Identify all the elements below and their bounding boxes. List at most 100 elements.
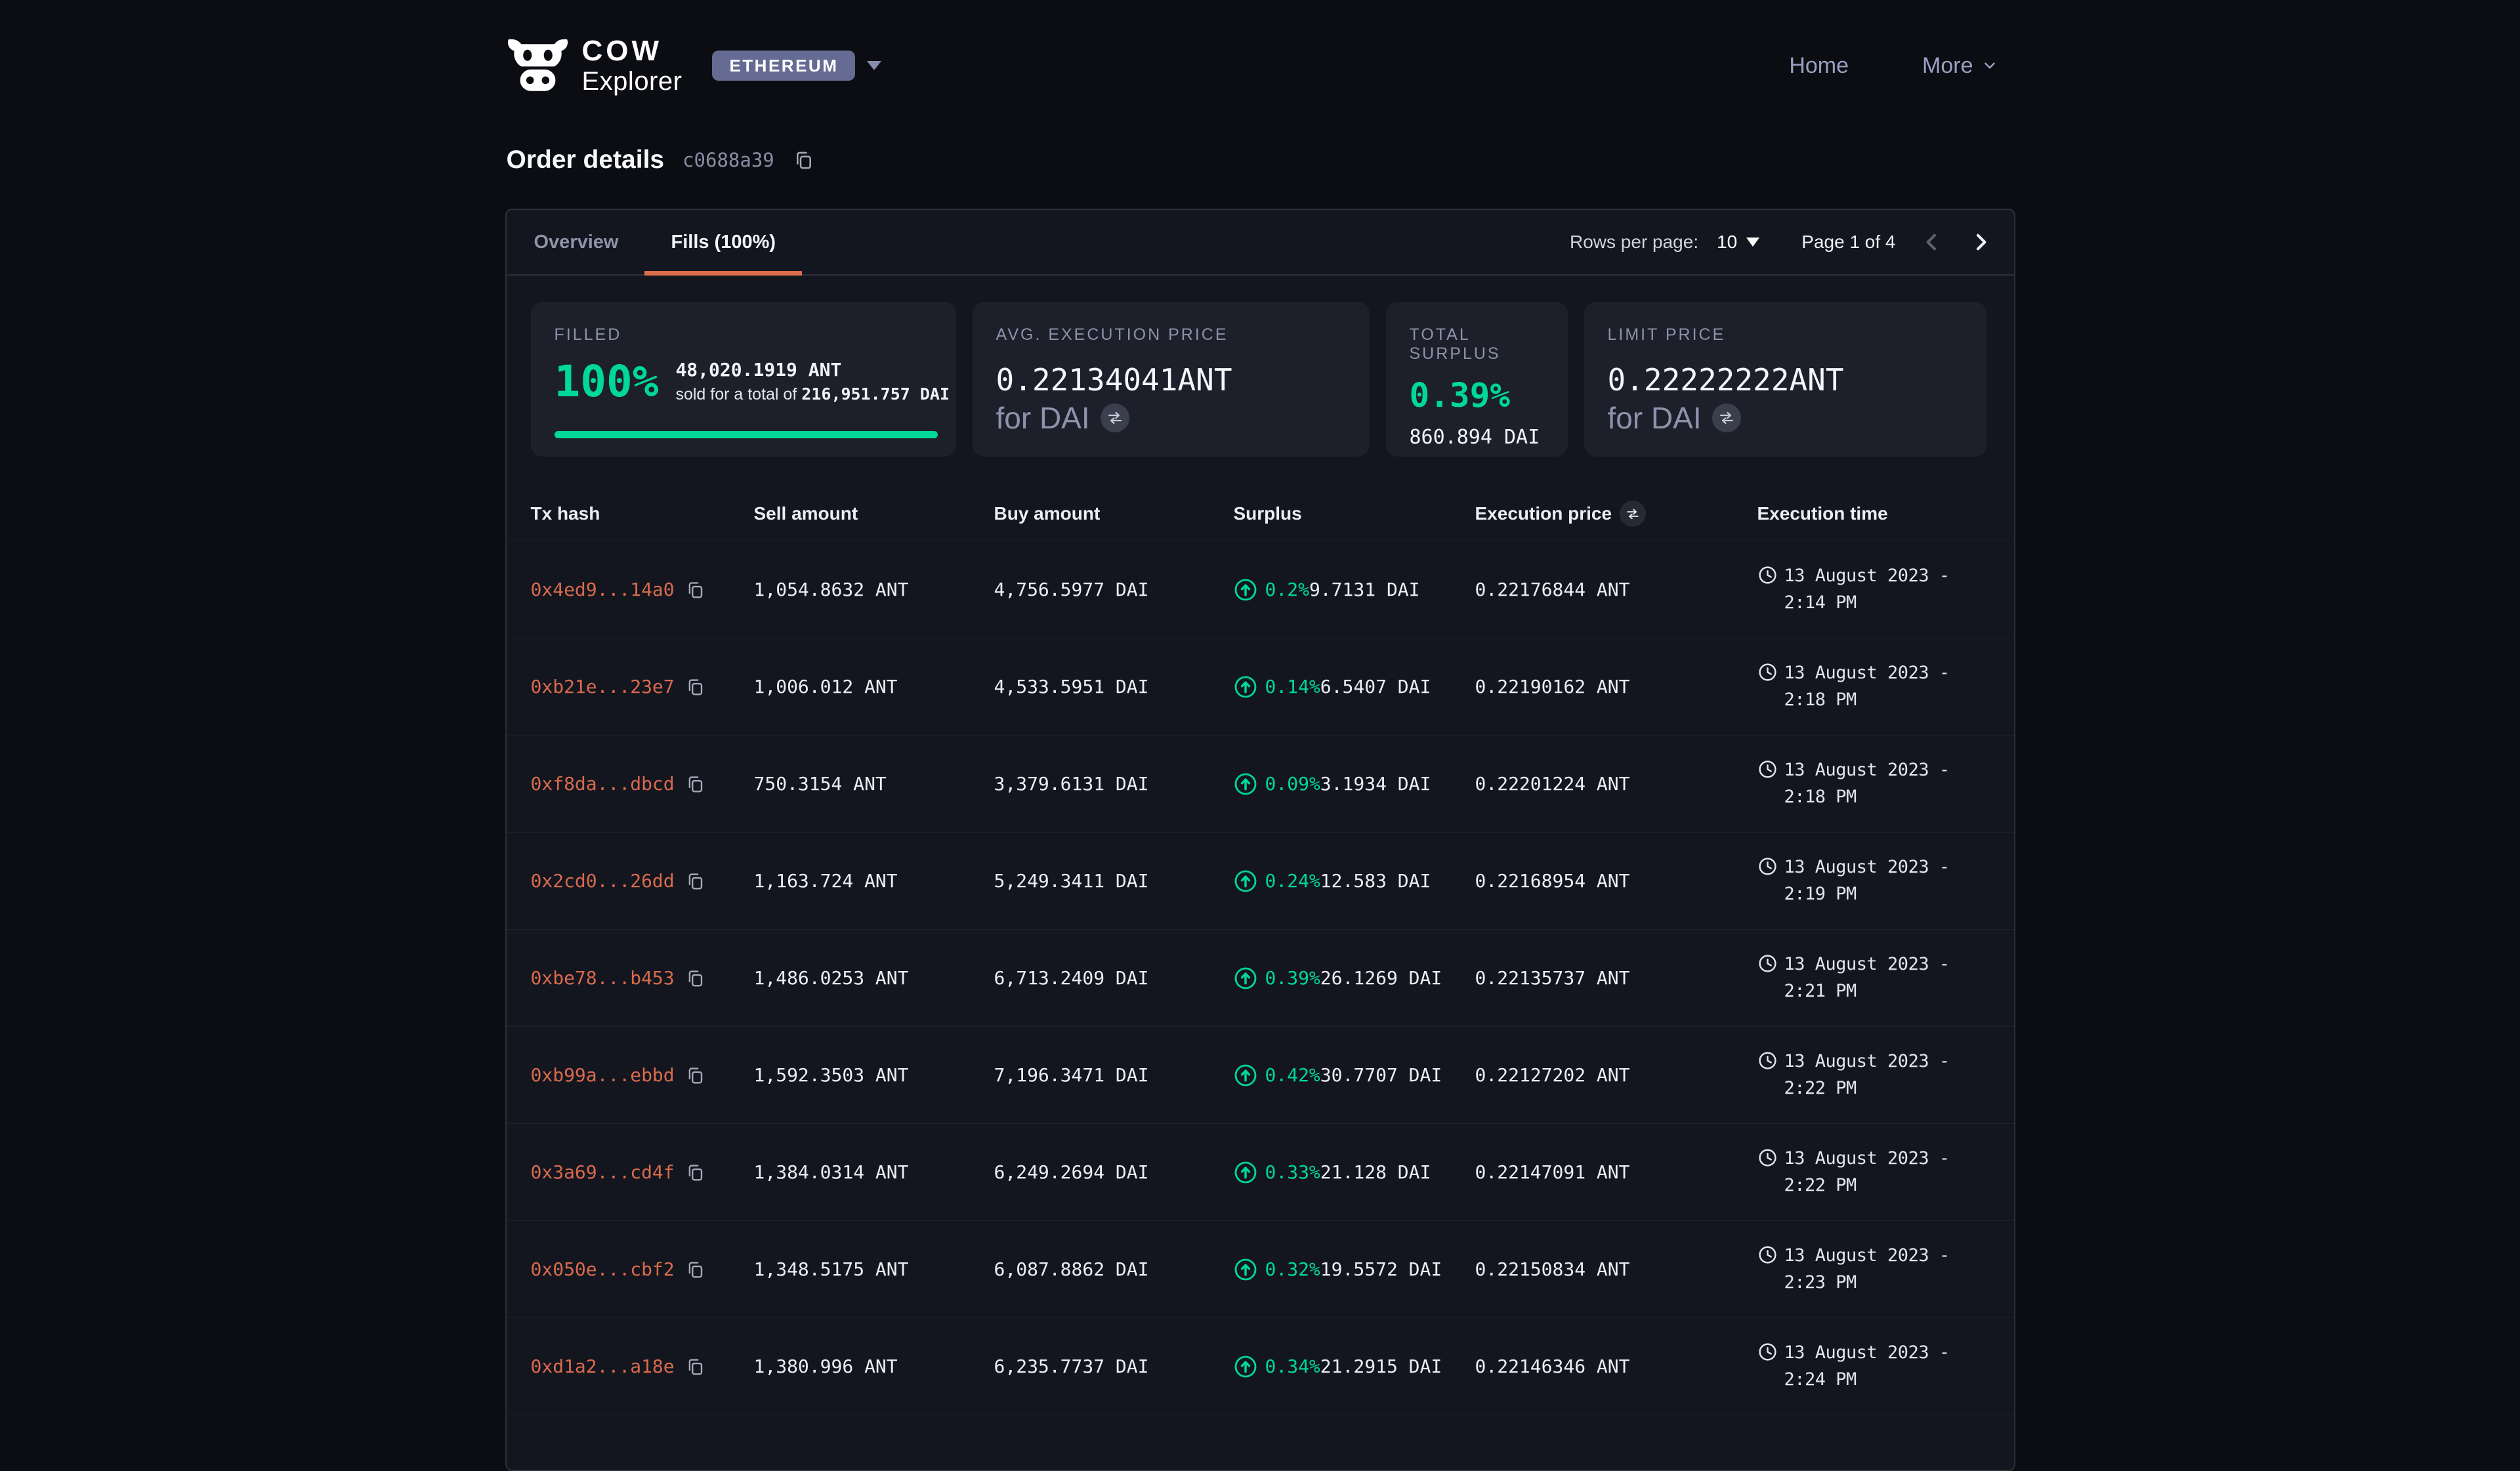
col-execution-time: Execution time bbox=[1757, 503, 1990, 524]
execution-price: 0.22168954 ANT bbox=[1475, 870, 1757, 892]
tab-fills[interactable]: Fills (100%) bbox=[644, 210, 802, 274]
surplus-up-icon bbox=[1234, 1161, 1257, 1184]
clock-icon bbox=[1757, 953, 1778, 974]
col-sell-amount: Sell amount bbox=[754, 503, 994, 524]
execution-time-cell: 13 August 2023 - 2:14 PM bbox=[1757, 563, 1990, 616]
nav-home[interactable]: Home bbox=[1789, 53, 1849, 79]
execution-time: 13 August 2023 - 2:18 PM bbox=[1784, 757, 1990, 810]
avg-price-value: 0.22134041ANT bbox=[996, 362, 1351, 400]
copy-icon[interactable] bbox=[685, 968, 705, 988]
sell-amount: 1,592.3503 ANT bbox=[754, 1064, 994, 1086]
surplus-percent: 0.09% bbox=[1265, 773, 1320, 795]
copy-icon[interactable] bbox=[685, 677, 705, 697]
cow-icon bbox=[507, 38, 569, 93]
next-page-button[interactable] bbox=[1968, 230, 1993, 255]
surplus-cell: 0.34% 21.2915 DAI bbox=[1234, 1355, 1475, 1378]
surplus-amount: 26.1269 DAI bbox=[1320, 967, 1442, 989]
surplus-up-icon bbox=[1234, 675, 1257, 699]
copy-icon[interactable] bbox=[793, 150, 814, 171]
surplus-amount: 21.2915 DAI bbox=[1320, 1356, 1442, 1377]
execution-price: 0.22127202 ANT bbox=[1475, 1064, 1757, 1086]
tx-hash-link[interactable]: 0xb21e...23e7 bbox=[531, 676, 675, 697]
sell-amount: 1,054.8632 ANT bbox=[754, 579, 994, 600]
rows-per-page-select[interactable]: 10 bbox=[1713, 231, 1763, 253]
nav-more[interactable]: More bbox=[1922, 53, 1998, 79]
avg-execution-price-card: AVG. EXECUTION PRICE 0.22134041ANT for D… bbox=[973, 302, 1370, 457]
sell-amount: 1,380.996 ANT bbox=[754, 1356, 994, 1377]
invert-price-icon[interactable] bbox=[1620, 501, 1646, 527]
page-status: Page 1 of 4 bbox=[1801, 232, 1895, 253]
surplus-percent: 0.14% bbox=[1265, 676, 1320, 697]
surplus-up-icon bbox=[1234, 1355, 1257, 1378]
network-chevron-down-icon[interactable] bbox=[867, 61, 881, 70]
surplus-up-icon bbox=[1234, 1258, 1257, 1281]
swap-currency-icon[interactable] bbox=[1712, 404, 1741, 432]
tx-hash-link[interactable]: 0x4ed9...14a0 bbox=[531, 579, 675, 600]
tx-hash-link[interactable]: 0xd1a2...a18e bbox=[531, 1356, 675, 1377]
caret-down-icon bbox=[1746, 238, 1759, 247]
execution-time: 13 August 2023 - 2:24 PM bbox=[1784, 1340, 1990, 1393]
table-row: 0xb99a...ebbd 1,592.3503 ANT 7,196.3471 … bbox=[507, 1027, 2014, 1124]
surplus-up-icon bbox=[1234, 1064, 1257, 1087]
surplus-percent: 0.2% bbox=[1265, 579, 1309, 600]
tx-hash-link[interactable]: 0xbe78...b453 bbox=[531, 967, 675, 989]
total-surplus-amount: 860.894 DAI bbox=[1410, 426, 1549, 449]
surplus-percent: 0.34% bbox=[1265, 1356, 1320, 1377]
order-id: c0688a39 bbox=[682, 149, 774, 171]
copy-icon[interactable] bbox=[685, 580, 705, 600]
sell-amount: 1,163.724 ANT bbox=[754, 870, 994, 892]
chevron-right-icon bbox=[1968, 230, 1993, 255]
copy-icon[interactable] bbox=[685, 871, 705, 891]
tx-hash-link[interactable]: 0xf8da...dbcd bbox=[531, 773, 675, 795]
buy-amount: 6,713.2409 DAI bbox=[994, 967, 1234, 989]
surplus-cell: 0.24% 12.583 DAI bbox=[1234, 869, 1475, 893]
total-surplus-label: TOTAL SURPLUS bbox=[1410, 325, 1549, 363]
sell-amount: 750.3154 ANT bbox=[754, 773, 994, 795]
execution-time: 13 August 2023 - 2:18 PM bbox=[1784, 660, 1990, 713]
buy-amount: 4,533.5951 DAI bbox=[994, 676, 1234, 697]
filled-card: FILLED 100% 48,020.1919 ANT sold for a t… bbox=[531, 302, 956, 457]
page-title: Order details bbox=[507, 146, 665, 175]
clock-icon bbox=[1757, 1342, 1778, 1362]
sell-amount: 1,486.0253 ANT bbox=[754, 967, 994, 989]
copy-icon[interactable] bbox=[685, 1163, 705, 1182]
swap-currency-icon[interactable] bbox=[1101, 404, 1129, 432]
total-surplus-card: TOTAL SURPLUS 0.39% 860.894 DAI bbox=[1386, 302, 1568, 457]
chevron-left-icon bbox=[1920, 230, 1944, 255]
limit-price-unit: for DAI bbox=[1608, 400, 1702, 438]
nav-more-label: More bbox=[1922, 53, 1973, 79]
col-tx-hash: Tx hash bbox=[531, 503, 754, 524]
logo-sub: Explorer bbox=[582, 68, 682, 94]
pagination-toolbar: Rows per page: 10 Page 1 of 4 bbox=[1570, 210, 2014, 274]
prev-page-button[interactable] bbox=[1920, 230, 1944, 255]
tab-overview[interactable]: Overview bbox=[508, 210, 645, 274]
fills-panel: Overview Fills (100%) Rows per page: 10 … bbox=[505, 209, 2015, 1471]
execution-price: 0.22150834 ANT bbox=[1475, 1258, 1757, 1280]
clock-icon bbox=[1757, 856, 1778, 877]
surplus-cell: 0.2% 9.7131 DAI bbox=[1234, 578, 1475, 602]
surplus-amount: 9.7131 DAI bbox=[1309, 579, 1420, 600]
table-row: 0xbe78...b453 1,486.0253 ANT 6,713.2409 … bbox=[507, 930, 2014, 1027]
tx-hash-link[interactable]: 0x2cd0...26dd bbox=[531, 870, 675, 892]
surplus-up-icon bbox=[1234, 772, 1257, 796]
tx-hash-link[interactable]: 0xb99a...ebbd bbox=[531, 1064, 675, 1086]
avg-price-label: AVG. EXECUTION PRICE bbox=[996, 325, 1351, 344]
sell-amount: 1,006.012 ANT bbox=[754, 676, 994, 697]
tx-hash-link[interactable]: 0x3a69...cd4f bbox=[531, 1161, 675, 1183]
network-selector[interactable]: ETHEREUM bbox=[712, 51, 855, 81]
col-buy-amount: Buy amount bbox=[994, 503, 1234, 524]
table-row: 0x050e...cbf2 1,348.5175 ANT 6,087.8862 … bbox=[507, 1221, 2014, 1318]
rows-per-page-label: Rows per page: bbox=[1570, 232, 1698, 253]
copy-icon[interactable] bbox=[685, 1066, 705, 1085]
execution-time-cell: 13 August 2023 - 2:21 PM bbox=[1757, 951, 1990, 1005]
execution-time-cell: 13 August 2023 - 2:24 PM bbox=[1757, 1340, 1990, 1393]
copy-icon[interactable] bbox=[685, 774, 705, 794]
copy-icon[interactable] bbox=[685, 1260, 705, 1279]
surplus-percent: 0.32% bbox=[1265, 1258, 1320, 1280]
cow-explorer-logo[interactable]: COW Explorer bbox=[507, 37, 682, 94]
buy-amount: 4,756.5977 DAI bbox=[994, 579, 1234, 600]
copy-icon[interactable] bbox=[685, 1357, 705, 1377]
table-row: 0x4ed9...14a0 1,054.8632 ANT 4,756.5977 … bbox=[507, 541, 2014, 638]
tx-hash-link[interactable]: 0x050e...cbf2 bbox=[531, 1258, 675, 1280]
filled-sold-line: sold for a total of 216,951.757 DAI bbox=[675, 384, 950, 404]
